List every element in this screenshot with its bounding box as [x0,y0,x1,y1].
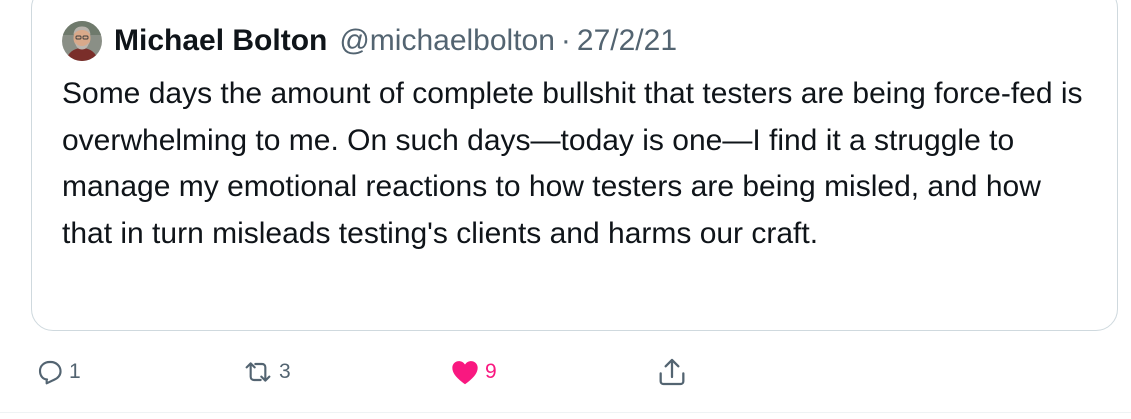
heart-filled-icon [448,356,482,388]
tweet-text: Some days the amount of complete bullshi… [62,77,1083,250]
like-button[interactable]: 9 [448,350,497,394]
retweet-icon [240,356,276,388]
author-handle[interactable]: @michaelbolton [339,24,555,58]
reply-count: 1 [69,360,81,383]
tweet-date[interactable]: 27/2/21 [577,24,677,58]
meta-separator: · [560,24,571,57]
reply-button[interactable]: 1 [34,350,81,394]
share-icon [655,355,689,389]
share-button[interactable] [655,350,689,394]
retweet-count: 3 [279,360,291,383]
tweet-actions-bar: 1 3 9 [0,350,1131,394]
avatar[interactable] [62,21,102,61]
retweet-button[interactable]: 3 [240,350,291,394]
reply-icon [34,356,66,388]
like-count: 9 [485,360,497,383]
quoted-tweet-card[interactable]: Michael Bolton @michaelbolton · 27/2/21 … [31,0,1118,331]
quoted-tweet-header: Michael Bolton @michaelbolton · 27/2/21 [62,21,677,61]
bottom-divider [0,412,1131,413]
author-name[interactable]: Michael Bolton [114,24,327,58]
